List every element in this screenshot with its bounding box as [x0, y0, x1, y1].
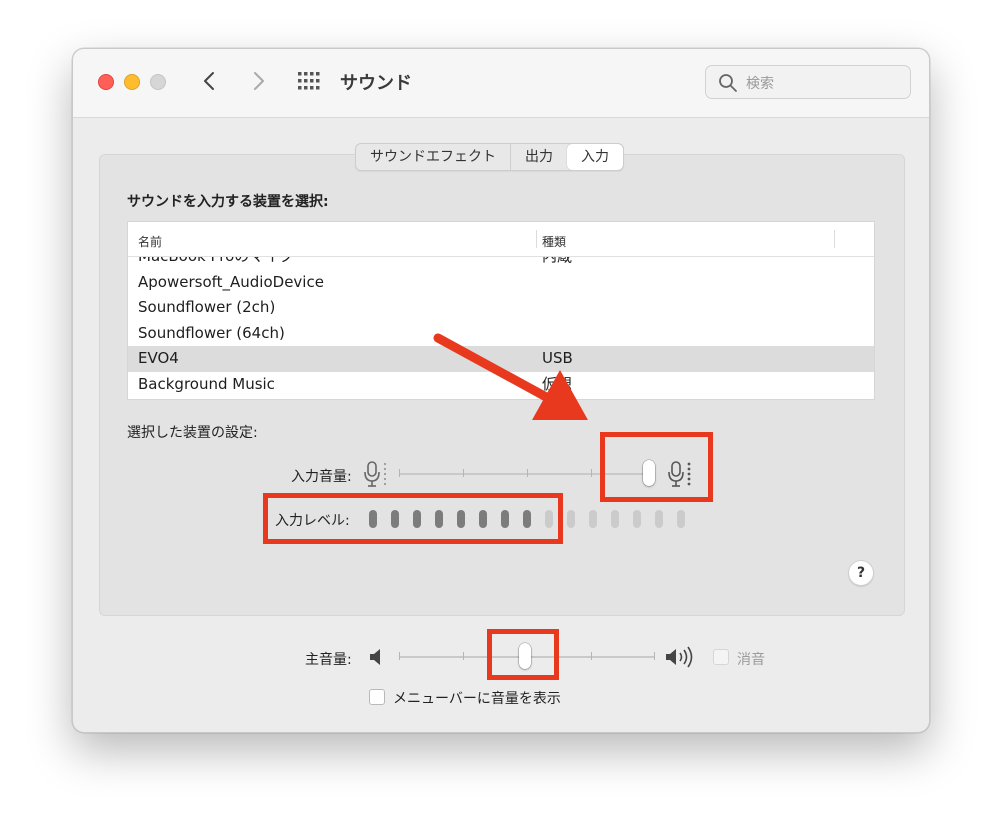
- column-divider: [834, 230, 835, 248]
- annotation-box-input-level: [263, 493, 563, 544]
- column-header-name[interactable]: 名前: [138, 233, 162, 250]
- annotation-arrow: [433, 333, 588, 420]
- annotation-box-input-volume: [600, 432, 713, 502]
- column-header-type[interactable]: 種類: [542, 233, 566, 250]
- annotation-box-main-volume: [487, 629, 559, 680]
- column-divider: [536, 230, 537, 248]
- table-header: 名前 種類: [128, 222, 874, 257]
